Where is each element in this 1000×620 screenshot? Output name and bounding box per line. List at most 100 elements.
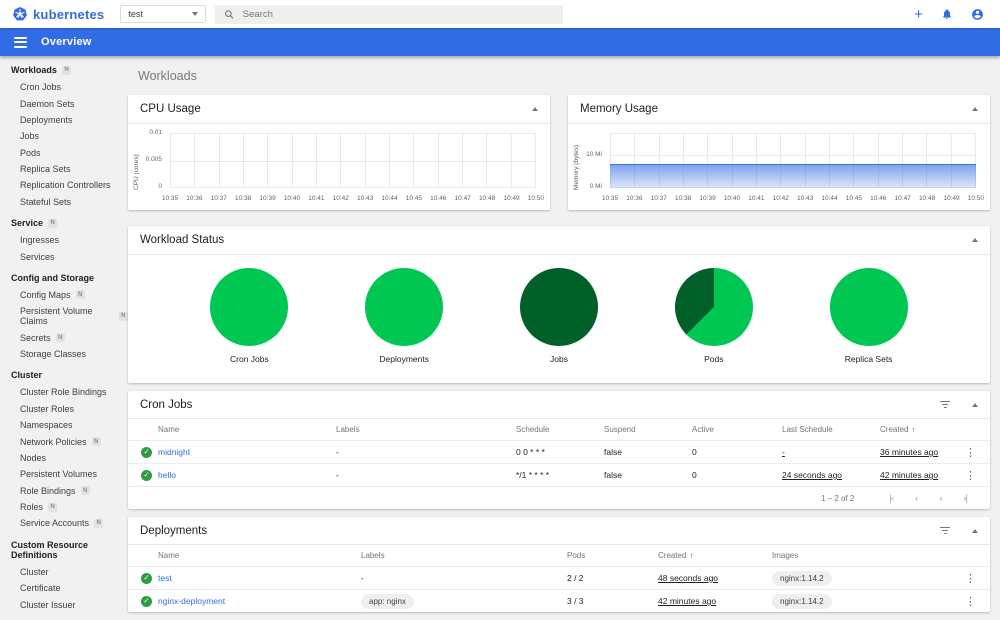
cron-jobs-rows: ✓midnight-0 0 * * *false0-36 minutes ago… [128,440,990,486]
namespaced-badge: N [56,333,65,342]
workload-status-title: Workload Status [140,234,972,246]
column-header-name[interactable]: Name [158,551,361,560]
app-logo[interactable]: kubernetes [0,6,120,22]
x-axis: 10:3510:3610:3710:3810:3910:4010:4110:42… [170,195,536,204]
sidebar-section-label: Service [11,218,43,228]
sidebar-section-service[interactable]: Service N [0,210,128,232]
sidebar-item-namespaces[interactable]: Namespaces [0,417,128,433]
deployment-link[interactable]: nginx-deployment [158,596,225,606]
sidebar-item-deployments[interactable]: Deployments [0,112,128,128]
sidebar-section-config-and-storage[interactable]: Config and Storage [0,265,128,287]
gridline [243,133,244,188]
sidebar-item-cluster-roles[interactable]: Cluster Roles [0,401,128,417]
column-header-labels[interactable]: Labels [361,551,567,560]
status-ok-icon: ✓ [141,573,152,584]
sidebar-item-certificate[interactable]: Certificate [0,580,128,596]
cron-job-link[interactable]: hello [158,470,176,480]
sidebar-item-storage-classes[interactable]: Storage Classes [0,346,128,362]
workload-pie-cron-jobs: Cron Jobs [210,268,288,364]
column-header-created[interactable]: Created↑ [880,425,954,434]
sidebar-item-jobs[interactable]: Jobs [0,128,128,144]
column-header-labels[interactable]: Labels [336,425,516,434]
pagination-next-icon[interactable]: › [928,493,952,504]
collapse-icon[interactable] [972,107,978,111]
namespace-selected-value: test [128,9,143,19]
sidebar-section-custom-resource-definitions[interactable]: Custom Resource Definitions [0,532,128,564]
user-account-icon[interactable] [971,8,984,21]
cron-job-link[interactable]: midnight [158,447,190,457]
pagination-first-icon[interactable]: |‹ [878,493,904,504]
sidebar-item-cluster-issuer[interactable]: Cluster Issuer [0,596,128,612]
column-header-created[interactable]: Created↑ [658,551,772,560]
collapse-icon[interactable] [532,107,538,111]
row-menu-button[interactable]: ⋮ [961,573,980,585]
filter-icon[interactable] [938,525,952,537]
row-menu-button[interactable]: ⋮ [961,596,980,608]
workload-pie-deployments: Deployments [365,268,443,364]
sidebar-item-label: Cluster [20,567,49,577]
column-header-name[interactable]: Name [158,425,336,434]
sidebar-item-cron-jobs[interactable]: Cron Jobs [0,79,128,95]
sidebar-item-nodes[interactable]: Nodes [0,450,128,466]
deployment-link[interactable]: test [158,573,172,583]
pagination-range: 1 – 2 of 2 [821,494,854,503]
filter-icon[interactable] [938,399,952,411]
sidebar-item-network-policies[interactable]: Network PoliciesN [0,433,128,449]
active-cell: 0 [692,447,782,457]
sidebar-item-roles[interactable]: RolesN [0,499,128,515]
image-chip: nginx:1.14.2 [772,594,832,609]
sidebar-item-label: Roles [20,502,43,512]
pie-chart [675,268,753,346]
sidebar-section-workloads[interactable]: WorkloadsN [0,57,128,79]
sidebar-item-label: Deployments [20,115,73,125]
workload-status-pies: Cron JobsDeploymentsJobsPodsReplica Sets [128,255,990,364]
namespace-selector[interactable]: test [120,5,206,23]
row-menu-button[interactable]: ⋮ [961,447,980,459]
sidebar-item-label: Secrets [20,333,51,343]
collapse-icon[interactable] [972,238,978,242]
collapse-icon[interactable] [972,403,978,407]
sidebar-item-services[interactable]: Services [0,248,128,264]
sidebar-item-pods[interactable]: Pods [0,145,128,161]
column-header-active[interactable]: Active [692,425,782,434]
menu-icon[interactable] [14,34,27,50]
table-row: ✓hello-*/1 * * * *false024 seconds ago42… [128,463,990,486]
sidebar-item-secrets[interactable]: Secrets N [0,330,128,346]
column-header-images[interactable]: Images [772,551,954,560]
search-input[interactable] [243,9,555,20]
pagination-last-icon[interactable]: ›| [952,493,978,504]
namespaced-badge: N [48,219,57,228]
sidebar-item-service-accounts[interactable]: Service AccountsN [0,515,128,531]
column-header-last-schedule[interactable]: Last Schedule [782,425,880,434]
sidebar-item-config-maps[interactable]: Config MapsN [0,287,128,303]
collapse-icon[interactable] [972,529,978,533]
create-resource-button[interactable]: + [914,7,923,22]
toolbar-title: Overview [41,36,92,48]
sidebar-item-replication-controllers[interactable]: Replication Controllers [0,177,128,193]
pagination-prev-icon[interactable]: ‹ [904,493,928,504]
sidebar-item-cluster[interactable]: Cluster [0,564,128,580]
column-header-suspend[interactable]: Suspend [604,425,692,434]
sidebar-item-persistent-volumes[interactable]: Persistent Volumes [0,466,128,482]
sidebar-item-label: Daemon Sets [20,99,75,109]
column-header-pods[interactable]: Pods [567,551,658,560]
notifications-bell-icon[interactable] [941,8,953,20]
sidebar-item-stateful-sets[interactable]: Stateful Sets [0,194,128,210]
column-header-schedule[interactable]: Schedule [516,425,604,434]
row-menu-button[interactable]: ⋮ [961,470,980,482]
plot-area [610,133,976,188]
labels-cell: - [336,447,516,457]
sidebar-item-cluster-role-bindings[interactable]: Cluster Role Bindings [0,384,128,400]
cpu-card-title: CPU Usage [140,103,532,115]
search-bar[interactable] [215,5,563,24]
sidebar-section-cluster[interactable]: Cluster [0,362,128,384]
sidebar-item-persistent-volume-claims[interactable]: Persistent Volume ClaimsN [0,303,128,329]
sidebar-item-replica-sets[interactable]: Replica Sets [0,161,128,177]
sidebar-item-role-bindings[interactable]: Role BindingsN [0,483,128,499]
header-actions: + [914,7,1000,22]
sidebar-item-label: Config Maps [20,290,71,300]
sidebar-item-ingresses[interactable]: Ingresses [0,232,128,248]
sidebar-item-daemon-sets[interactable]: Daemon Sets [0,95,128,111]
created-value: 42 minutes ago [658,596,716,606]
gridline [462,133,463,188]
